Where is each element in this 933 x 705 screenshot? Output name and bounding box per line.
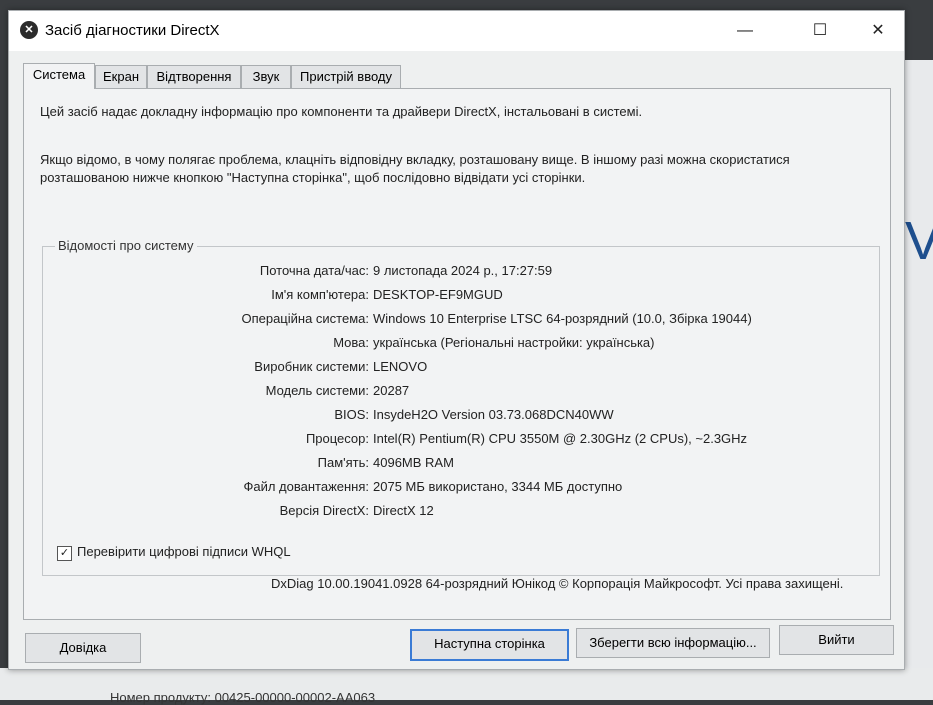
tab-render[interactable]: Відтворення xyxy=(147,65,241,88)
info-label: BIOS: xyxy=(334,407,369,422)
close-button[interactable]: ✕ xyxy=(855,11,901,51)
intro-text-1: Цей засіб надає докладну інформацію про … xyxy=(40,104,643,119)
maximize-button[interactable]: ☐ xyxy=(797,11,843,51)
save-all-button[interactable]: Зберегти всю інформацію... xyxy=(576,628,770,658)
directx-icon: ✕ xyxy=(20,21,38,39)
tab-display[interactable]: Екран xyxy=(95,65,147,88)
info-value: LENOVO xyxy=(373,359,428,374)
info-row-os: Операційна система: Windows 10 Enterpris… xyxy=(43,311,879,331)
tab-system[interactable]: Система xyxy=(23,63,95,89)
system-info-group: Відомості про систему Поточна дата/час: … xyxy=(42,238,880,576)
intro-text-2: Якщо відомо, в чому полягає проблема, кл… xyxy=(40,152,790,167)
info-row-memory: Пам'ять: 4096MB RAM xyxy=(43,455,879,475)
info-label: Файл довантаження: xyxy=(243,479,369,494)
info-label: Ім'я комп'ютера: xyxy=(271,287,369,302)
whql-checkbox-label[interactable]: Перевірити цифрові підписи WHQL xyxy=(77,544,291,559)
info-value: 4096MB RAM xyxy=(373,455,454,470)
whql-checkbox[interactable]: ✓ xyxy=(57,546,72,561)
info-row-language: Мова: українська (Регіональні настройки:… xyxy=(43,335,879,355)
info-label: Версія DirectX: xyxy=(279,503,369,518)
info-value: 9 листопада 2024 р., 17:27:59 xyxy=(373,263,553,278)
info-value: 2075 МБ використано, 3344 МБ доступно xyxy=(373,479,623,494)
info-value: 20287 xyxy=(373,383,410,398)
title-bar[interactable]: ✕ Засіб діагностики DirectX — ☐ ✕ xyxy=(9,11,904,51)
info-row-processor: Процесор: Intel(R) Pentium(R) CPU 3550M … xyxy=(43,431,879,451)
background-text: V xyxy=(905,211,933,271)
info-value: Intel(R) Pentium(R) CPU 3550M @ 2.30GHz … xyxy=(373,431,748,446)
group-title: Відомості про систему xyxy=(55,238,197,253)
info-label: Операційна система: xyxy=(241,311,369,326)
tab-input[interactable]: Пристрій вводу xyxy=(291,65,401,88)
window-title: Засіб діагностики DirectX xyxy=(45,22,220,39)
tab-sound[interactable]: Звук xyxy=(241,65,291,88)
info-value: DESKTOP-EF9MGUD xyxy=(373,287,503,302)
next-page-button[interactable]: Наступна сторінка xyxy=(410,629,569,661)
info-label: Модель системи: xyxy=(265,383,369,398)
info-row-bios: BIOS: InsydeH2O Version 03.73.068DCN40WW xyxy=(43,407,879,427)
info-value: українська (Регіональні настройки: украї… xyxy=(373,335,655,350)
intro-text-3: розташованою нижче кнопкою "Наступна сто… xyxy=(40,170,586,185)
info-row-directx-version: Версія DirectX: DirectX 12 xyxy=(43,503,879,523)
background-product-number: Номер продукту: 00425-00000-00002-AA063 xyxy=(110,690,376,705)
info-value: Windows 10 Enterprise LTSC 64-розрядний … xyxy=(373,311,752,326)
info-label: Мова: xyxy=(333,335,369,350)
exit-button[interactable]: Вийти xyxy=(779,625,894,655)
info-row-datetime: Поточна дата/час: 9 листопада 2024 р., 1… xyxy=(43,263,879,283)
info-row-pagefile: Файл довантаження: 2075 МБ використано, … xyxy=(43,479,879,499)
info-label: Процесор: xyxy=(305,431,369,446)
info-row-computer-name: Ім'я комп'ютера: DESKTOP-EF9MGUD xyxy=(43,287,879,307)
background-window xyxy=(905,60,933,670)
system-panel: Цей засіб надає докладну інформацію про … xyxy=(23,88,891,620)
info-label: Пам'ять: xyxy=(317,455,369,470)
copyright-text: DxDiag 10.00.19041.0928 64-розрядний Юні… xyxy=(271,576,844,591)
dxdiag-window: ✕ Засіб діагностики DirectX — ☐ ✕ Систем… xyxy=(8,10,905,670)
info-label: Виробник системи: xyxy=(254,359,369,374)
info-value: DirectX 12 xyxy=(373,503,434,518)
info-row-manufacturer: Виробник системи: LENOVO xyxy=(43,359,879,379)
info-row-model: Модель системи: 20287 xyxy=(43,383,879,403)
info-label: Поточна дата/час: xyxy=(259,263,369,278)
minimize-button[interactable]: — xyxy=(722,11,768,51)
help-button[interactable]: Довідка xyxy=(25,633,141,663)
info-value: InsydeH2O Version 03.73.068DCN40WW xyxy=(373,407,614,422)
